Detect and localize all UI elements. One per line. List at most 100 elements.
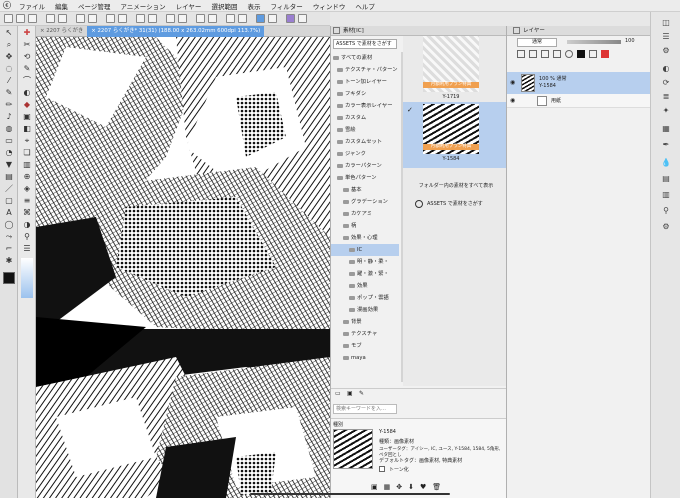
tree-item[interactable]: 漫画効果 — [331, 304, 399, 316]
menu-file[interactable]: ファイル — [14, 1, 50, 11]
transform-icon[interactable] — [106, 14, 115, 23]
download-icon[interactable]: ⬇ — [408, 483, 420, 491]
pencil-icon[interactable]: ✏ — [4, 100, 14, 110]
favorite-icon[interactable]: ♥ — [420, 483, 432, 491]
grid-view-icon[interactable]: ▦ — [384, 483, 397, 491]
menu-selection[interactable]: 選択範囲 — [206, 1, 242, 11]
folder-icon[interactable]: ▭ — [335, 390, 341, 397]
undo-icon[interactable] — [46, 14, 55, 23]
gradient-icon[interactable]: ▤ — [4, 172, 14, 182]
layer-red-icon[interactable] — [601, 50, 609, 58]
search-input[interactable]: 検索キーワードを入… — [333, 404, 397, 414]
ruler-tool-icon[interactable]: ⌐ — [4, 244, 14, 254]
layer-lock-icon[interactable] — [517, 50, 525, 58]
assets-search-link[interactable]: ASSETS で素材をさがす — [427, 200, 483, 207]
blend-mode-select[interactable]: 通常 — [517, 38, 557, 47]
tool-m-icon[interactable]: ⊕ — [22, 172, 32, 182]
tree-item[interactable]: 雪絵 — [331, 124, 399, 136]
trash-icon[interactable]: 🗑 — [432, 483, 447, 491]
layer-white-icon[interactable] — [589, 50, 597, 58]
edit-icon[interactable]: ✎ — [359, 390, 364, 397]
rotate-icon[interactable] — [208, 14, 217, 23]
figure-icon[interactable]: ／ — [4, 184, 14, 194]
settings-gear-icon[interactable]: ⚙ — [661, 222, 671, 232]
layer-ref-icon[interactable] — [541, 50, 549, 58]
menu-filter[interactable]: フィルター — [265, 1, 307, 11]
window-icon[interactable]: ◫ — [661, 18, 671, 28]
guide-icon[interactable] — [178, 14, 187, 23]
tool-r-icon[interactable]: ⚲ — [22, 232, 32, 242]
pen-icon[interactable]: ✎ — [4, 88, 14, 98]
main-color-swatch[interactable] — [3, 272, 15, 284]
fit-icon[interactable] — [238, 14, 247, 23]
menu-help[interactable]: ヘルプ — [350, 1, 380, 11]
ruler-icon[interactable] — [148, 14, 157, 23]
paste-icon[interactable]: ▣ — [371, 483, 384, 491]
save-icon[interactable] — [28, 14, 37, 23]
tool-i-icon[interactable]: ◧ — [22, 124, 32, 134]
visibility-icon[interactable]: ◉ — [510, 97, 515, 104]
tree-item[interactable]: ポップ・雲語 — [331, 292, 399, 304]
settings-icon[interactable] — [298, 14, 307, 23]
tool-f-icon[interactable]: ◐ — [22, 88, 32, 98]
open-file-icon[interactable] — [16, 14, 25, 23]
tree-item[interactable]: テクスチャ・パターン — [331, 64, 399, 76]
menu-window[interactable]: ウィンドウ — [308, 1, 351, 11]
flip-icon[interactable] — [226, 14, 235, 23]
color-circle-icon[interactable]: ◐ — [661, 64, 671, 74]
brush-palette-icon[interactable]: ✒ — [661, 140, 671, 150]
tree-item[interactable]: フキダシ — [331, 88, 399, 100]
tool-b-icon[interactable]: ✂ — [22, 40, 32, 50]
menu-page[interactable]: ページ管理 — [73, 1, 115, 11]
history-icon[interactable]: ⟳ — [661, 78, 671, 88]
tool-q-icon[interactable]: ◑ — [22, 220, 32, 230]
tree-item[interactable]: カケアミ — [331, 208, 399, 220]
material-icon[interactable]: ▦ — [661, 124, 671, 134]
new-file-icon[interactable] — [4, 14, 13, 23]
lasso-icon[interactable]: ◌ — [4, 64, 14, 74]
tree-item[interactable]: 柄 — [331, 220, 399, 232]
tree-item[interactable]: モブ — [331, 340, 399, 352]
drawing-canvas[interactable] — [36, 37, 330, 498]
tree-item[interactable]: グラデーション — [331, 196, 399, 208]
tree-item[interactable]: カラー表示レイヤー — [331, 100, 399, 112]
brush-size-icon[interactable] — [268, 14, 277, 23]
tree-item[interactable]: maya — [331, 352, 399, 364]
tool-c-icon[interactable]: ⟲ — [22, 52, 32, 62]
tool-e-icon[interactable]: ⌒ — [22, 76, 32, 86]
brush-icon[interactable]: ♪ — [4, 112, 14, 122]
tree-item[interactable]: 背景 — [331, 316, 399, 328]
nav-icon[interactable]: ⚲ — [661, 206, 671, 216]
tree-item[interactable]: テクスチャ — [331, 328, 399, 340]
tree-item[interactable]: 効果 — [331, 280, 399, 292]
move-icon[interactable]: ✥ — [4, 52, 14, 62]
tree-item[interactable]: カラーパターン — [331, 160, 399, 172]
select-icon[interactable] — [118, 14, 127, 23]
layer-clip-icon[interactable] — [553, 50, 561, 58]
layer-icon[interactable]: ≣ — [661, 92, 671, 102]
layer-color-icon[interactable] — [565, 50, 573, 58]
magnifier-icon[interactable]: ⌕ — [4, 40, 14, 50]
tool-n-icon[interactable]: ◈ — [22, 184, 32, 194]
app-logo-icon[interactable]: ⓒ — [0, 0, 14, 11]
text-icon[interactable]: A — [4, 208, 14, 218]
horizontal-scrollbar[interactable] — [250, 493, 450, 495]
list-icon[interactable]: ▤ — [661, 174, 671, 184]
tool-d-icon[interactable]: ✎ — [22, 64, 32, 74]
eraser-icon[interactable]: ▭ — [4, 136, 14, 146]
blend-icon[interactable]: ◔ — [4, 148, 14, 158]
menu-animation[interactable]: アニメーション — [115, 1, 170, 11]
subtool-detail-icon[interactable]: ⚙ — [661, 46, 671, 56]
menu-edit[interactable]: 編集 — [50, 1, 73, 11]
material-tab-label[interactable]: 素材[IC] — [343, 26, 364, 36]
layer-black-icon[interactable] — [577, 50, 585, 58]
palette-icon[interactable]: ☰ — [661, 32, 671, 42]
tree-item[interactable]: 基本 — [331, 184, 399, 196]
airbrush-icon[interactable]: ◍ — [4, 124, 14, 134]
decoration-icon[interactable]: ✱ — [4, 256, 14, 266]
new-folder-icon[interactable]: ▣ — [347, 390, 353, 397]
layer-row[interactable]: ◉ 用紙 — [507, 94, 651, 108]
assets-search-button[interactable]: ASSETS で素材をさがす — [333, 39, 397, 49]
tree-item[interactable]: 明・静・柔・ — [331, 256, 399, 268]
color-slider[interactable] — [21, 258, 33, 298]
